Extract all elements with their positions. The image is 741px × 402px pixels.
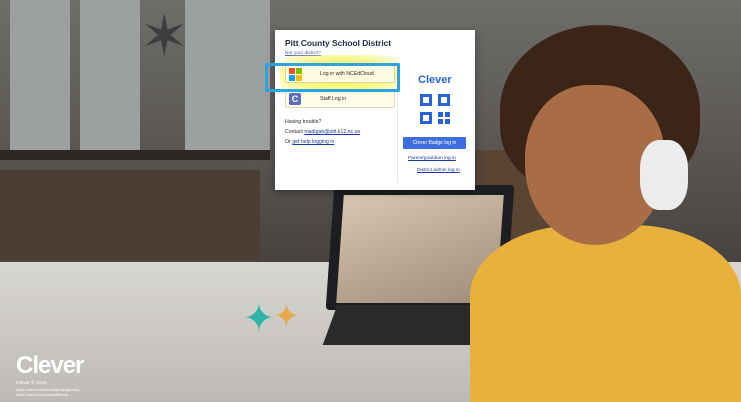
origami-crane: ✦ [273,298,300,334]
child-shirt [470,225,741,402]
contact-line: Contact madigab@pitt.k12.nc.us [285,129,360,135]
help-logging-in-link[interactable]: get help logging in [292,139,334,145]
headphones [640,140,688,210]
qr-code-icon [420,94,450,124]
paper-star-decoration: ✶ [140,4,189,69]
clever-logo: Clever [418,74,452,86]
clever-c-icon: C [289,93,301,105]
login-card: Pitt County School District Not your dis… [275,30,475,190]
terms-link[interactable]: https://clever.com/about/terms [16,392,68,397]
shelf [0,170,260,260]
copyright-text: Clever © 2022 [16,381,47,386]
district-admin-login-link[interactable]: District admin log in [417,168,460,173]
contact-email-link[interactable]: madigab@pitt.k12.nc.us [304,129,360,135]
help-line: Or get help logging in [285,139,334,145]
trouble-text: Having trouble? [285,119,322,125]
window-pane [185,0,270,150]
district-name: Pitt County School District [285,38,392,48]
window-pane [10,0,70,150]
clever-badge-login-button[interactable]: Clever Badge log in [403,137,466,149]
parent-guardian-login-link[interactable]: Parent/guardian log in [408,156,456,161]
staff-login-button[interactable]: C Staff Log in [285,90,395,108]
focus-ring-highlight [265,63,400,92]
contact-prefix: Contact [285,129,305,135]
origami-crane: ✦ [243,298,275,340]
staff-login-label: Staff Log in [320,96,347,102]
window-frame [0,150,270,160]
clever-badge-panel: Clever Clever Badge log in Parent/guardi… [397,64,472,184]
window-pane [80,0,140,150]
clever-footer-logo: Clever [16,352,84,379]
